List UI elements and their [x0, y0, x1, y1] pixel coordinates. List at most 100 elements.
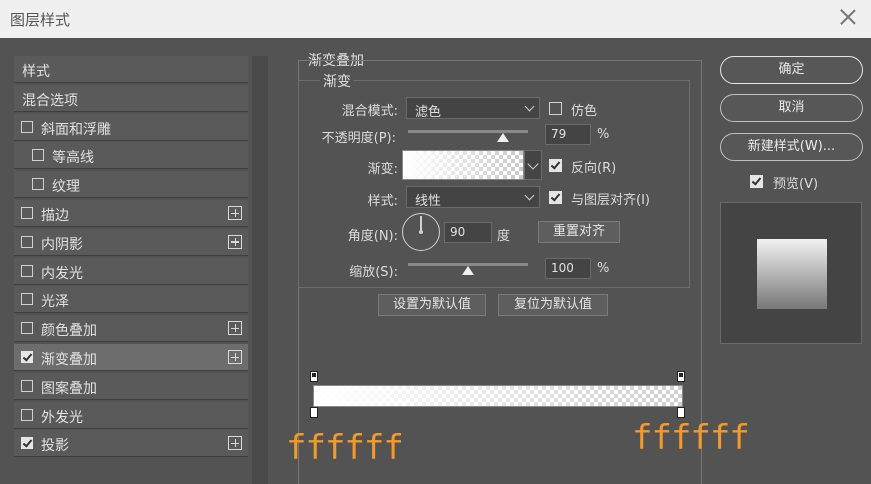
style-list-item[interactable]: 纹理	[14, 171, 248, 199]
style-list-item-label: 渐变叠加	[41, 352, 97, 368]
style-list-item-label: 样式	[22, 64, 50, 80]
style-list-item-label: 外发光	[41, 409, 83, 426]
style-list-item[interactable]: 斜面和浮雕	[14, 113, 248, 141]
style-list-item-label: 内发光	[41, 265, 83, 282]
angle-input[interactable]: 90	[444, 222, 492, 243]
style-checkbox[interactable]	[21, 408, 33, 421]
blend-mode-value: 滤色	[415, 105, 442, 120]
style-list: 样式混合选项斜面和浮雕等高线纹理描边内阴影内发光光泽颜色叠加渐变叠加图案叠加外发…	[14, 56, 248, 484]
style-list-item[interactable]: 投影	[14, 430, 248, 458]
left-hex-label: ffffff	[286, 428, 404, 468]
blend-mode-select[interactable]: 滤色	[406, 97, 540, 120]
gradient-preview-bar[interactable]	[313, 385, 683, 407]
add-effect-icon[interactable]	[228, 350, 242, 364]
style-checkbox[interactable]	[32, 149, 44, 162]
group-title: 渐变	[320, 71, 354, 91]
style-list-item-label: 颜色叠加	[41, 323, 97, 340]
style-list-item-label: 描边	[41, 208, 69, 224]
opacity-unit: %	[597, 127, 610, 142]
style-checkbox[interactable]	[21, 207, 33, 219]
gradient-picker-button[interactable]	[524, 150, 542, 180]
add-effect-icon[interactable]	[228, 321, 242, 336]
gradient-label: 渐变:	[367, 162, 398, 177]
ok-button[interactable]: 确定	[720, 56, 863, 84]
reverse-label: 反向(R)	[571, 161, 617, 176]
style-list-item-label: 光泽	[41, 294, 69, 311]
opacity-slider-track[interactable]	[408, 130, 528, 133]
chevron-down-icon	[524, 101, 535, 112]
angle-value: 90	[450, 225, 466, 239]
opacity-label: 不透明度(P):	[321, 131, 396, 146]
style-checkbox[interactable]	[21, 293, 33, 306]
reset-default-button[interactable]: 复位为默认值	[498, 294, 608, 316]
scale-value: 100	[551, 261, 574, 275]
color-stop-right[interactable]	[677, 407, 685, 418]
add-effect-icon[interactable]	[228, 206, 242, 220]
style-value: 线性	[415, 194, 442, 209]
window-title: 图层样式	[10, 11, 71, 29]
new-style-button[interactable]: 新建样式(W)...	[720, 133, 863, 161]
style-checkbox[interactable]	[21, 437, 33, 450]
angle-unit: 度	[497, 229, 511, 244]
scale-input[interactable]: 100	[545, 258, 591, 279]
add-effect-icon[interactable]	[228, 234, 242, 249]
dither-label: 仿色	[571, 104, 598, 119]
style-list-item-label: 纹理	[52, 179, 80, 196]
style-list-item[interactable]: 渐变叠加	[14, 344, 248, 371]
style-list-item[interactable]: 描边	[14, 200, 248, 227]
style-list-item[interactable]: 内阴影	[14, 228, 248, 256]
style-list-item[interactable]: 颜色叠加	[14, 315, 248, 343]
style-list-item-label: 混合选项	[22, 92, 78, 109]
style-list-item[interactable]: 样式	[14, 56, 248, 83]
style-list-item[interactable]: 内发光	[14, 257, 248, 285]
style-list-item-label: 等高线	[52, 150, 94, 167]
align-with-layer-checkbox[interactable]	[549, 191, 562, 204]
style-list-item[interactable]: 混合选项	[14, 84, 248, 112]
scale-label: 缩放(S):	[349, 265, 398, 280]
style-checkbox[interactable]	[21, 322, 33, 335]
style-list-item[interactable]: 等高线	[14, 142, 248, 170]
style-checkbox[interactable]	[21, 235, 33, 248]
add-effect-icon[interactable]	[228, 436, 242, 451]
cancel-button[interactable]: 取消	[720, 94, 863, 122]
style-select[interactable]: 线性	[406, 186, 540, 209]
preview-swatch	[757, 239, 827, 309]
right-hex-label: ffffff	[632, 418, 750, 458]
style-checkbox[interactable]	[21, 351, 33, 363]
opacity-stop-right[interactable]	[677, 371, 685, 382]
preview-checkbox[interactable]	[750, 175, 763, 188]
opacity-stop-left[interactable]	[310, 371, 318, 382]
opacity-input[interactable]: 79	[545, 124, 591, 145]
align-with-layer-label: 与图层对齐(I)	[571, 193, 650, 208]
blend-mode-label: 混合模式:	[341, 104, 398, 119]
style-list-item-label: 投影	[41, 438, 69, 455]
style-checkbox[interactable]	[21, 120, 33, 133]
gradient-swatch[interactable]	[402, 150, 524, 180]
scale-unit: %	[597, 261, 610, 276]
opacity-slider-thumb[interactable]	[496, 133, 509, 142]
angle-dial[interactable]	[402, 213, 440, 251]
style-checkbox[interactable]	[21, 264, 33, 277]
dialog-body: 样式混合选项斜面和浮雕等高线纹理描边内阴影内发光光泽颜色叠加渐变叠加图案叠加外发…	[0, 38, 871, 484]
style-list-scrollbar[interactable]	[252, 56, 268, 484]
color-stop-left[interactable]	[310, 407, 318, 418]
style-checkbox[interactable]	[32, 178, 44, 191]
style-label: 样式:	[367, 194, 398, 209]
dither-checkbox[interactable]	[549, 102, 562, 115]
set-default-button[interactable]: 设置为默认值	[378, 294, 486, 316]
opacity-value: 79	[551, 127, 567, 141]
preview-label: 预览(V)	[773, 177, 819, 192]
style-list-item[interactable]: 图案叠加	[14, 372, 248, 400]
close-icon[interactable]	[837, 6, 859, 28]
style-checkbox[interactable]	[21, 379, 33, 392]
angle-label: 角度(N):	[347, 229, 398, 244]
scale-slider-thumb[interactable]	[462, 266, 474, 275]
style-list-item-label: 图案叠加	[41, 380, 97, 397]
chevron-down-icon	[524, 190, 535, 201]
style-list-item[interactable]: 外发光	[14, 401, 248, 429]
style-list-item[interactable]: 光泽	[14, 286, 248, 314]
style-preview	[720, 202, 862, 344]
style-list-item-label: 斜面和浮雕	[41, 121, 111, 138]
reverse-checkbox[interactable]	[549, 159, 562, 172]
reset-alignment-button[interactable]: 重置对齐	[538, 221, 620, 243]
